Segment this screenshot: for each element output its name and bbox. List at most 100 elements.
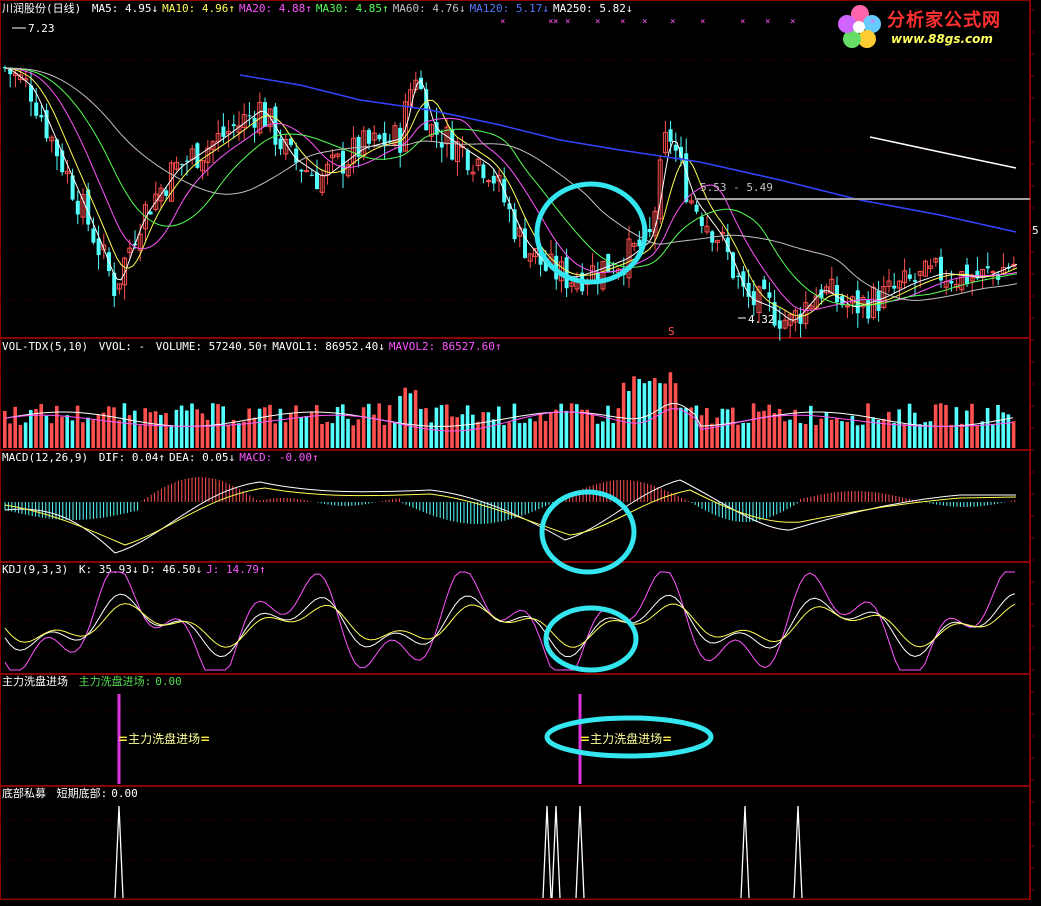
candle-body	[96, 238, 101, 256]
candle-body	[949, 280, 954, 284]
volume-bar	[689, 407, 693, 448]
volume-bar	[471, 414, 475, 448]
candle-body	[247, 115, 252, 117]
volume-bar	[49, 423, 54, 448]
ma-cross-marker: ×	[595, 17, 600, 27]
volume-bar	[221, 406, 225, 448]
volume-bar	[616, 408, 621, 448]
volume-bar	[954, 407, 959, 448]
candle-body	[844, 305, 850, 308]
volume-bar	[491, 419, 496, 448]
volume-bar	[855, 425, 860, 448]
candle-body	[75, 200, 80, 215]
ma-cross-marker: ×	[790, 17, 795, 27]
panel-frame	[0, 562, 1030, 674]
candle-body	[523, 228, 527, 258]
low-price-label: 4.32	[748, 313, 775, 326]
candle-body	[164, 190, 169, 196]
volume-bar	[684, 408, 688, 448]
sell-marker: S	[668, 325, 675, 338]
volume-bar	[231, 419, 236, 448]
candle-body	[179, 163, 184, 165]
volume-bar	[731, 407, 735, 448]
volume-bar	[226, 424, 231, 448]
candle-body	[767, 292, 772, 298]
ma-cross-marker: ×	[765, 17, 770, 27]
panel-frame	[0, 0, 1030, 338]
volume-bar	[455, 417, 459, 448]
volume-bar	[320, 423, 324, 448]
candle-body	[892, 285, 897, 289]
candle-body	[44, 110, 49, 139]
ma60-line	[4, 67, 1018, 301]
candle-body	[465, 150, 470, 171]
volume-bar	[580, 409, 584, 448]
volume-bar	[928, 421, 933, 448]
panel-frame	[0, 786, 1030, 900]
high-price-label: 7.23	[28, 22, 55, 35]
candle-body	[309, 174, 314, 176]
volume-bar	[949, 424, 953, 448]
candle-body	[34, 102, 39, 116]
ma-cross-marker: ×	[700, 17, 705, 27]
ma250-line	[869, 136, 1017, 169]
volume-bar	[143, 408, 147, 448]
volume-bar	[3, 411, 7, 448]
volume-bar	[1001, 412, 1005, 448]
candle-body	[694, 204, 699, 212]
volume-bar	[325, 422, 329, 448]
volume-bar	[741, 422, 745, 448]
wash-signal-1: =主力洗盘进场=	[118, 732, 211, 746]
volume-bar	[13, 406, 17, 448]
volume-bar	[268, 404, 272, 448]
volume-bar	[720, 408, 725, 448]
volume-bar	[975, 425, 979, 448]
volume-bar	[465, 405, 470, 448]
ma-cross-marker: ×	[565, 17, 570, 27]
volume-bar	[663, 383, 667, 448]
volume-bar	[408, 393, 413, 448]
candle-body	[315, 172, 319, 190]
candle-body	[990, 271, 996, 274]
volume-bar	[65, 415, 69, 448]
volume-bar	[829, 419, 834, 448]
volume-bar	[569, 403, 574, 448]
volume-bar	[876, 419, 881, 448]
volume-bar	[361, 407, 366, 448]
volume-bar	[507, 422, 511, 448]
wash-signal-2: =主力洗盘进场=	[580, 732, 673, 746]
volume-bar	[356, 419, 361, 448]
volume-bar	[294, 405, 298, 448]
candle-body	[304, 170, 310, 173]
volume-bar	[559, 403, 563, 448]
volume-bar	[283, 422, 288, 448]
volume-bar	[330, 423, 335, 448]
volume-bar	[621, 382, 626, 448]
volume-bar	[892, 422, 896, 448]
candle-body	[985, 266, 990, 269]
candle-body	[835, 285, 839, 303]
volume-bar	[642, 383, 647, 448]
volume-bar	[117, 420, 121, 448]
ma-cross-marker: ×	[553, 17, 558, 27]
volume-bar	[725, 409, 730, 448]
candle-body	[907, 274, 912, 279]
volume-bar	[195, 409, 199, 448]
volume-bar	[959, 423, 964, 448]
volume-bar	[762, 410, 766, 448]
volume-bar	[517, 423, 522, 448]
volume-bar	[861, 424, 865, 448]
dif-line	[4, 479, 1016, 554]
volume-bar	[632, 376, 636, 448]
volume-bar	[413, 390, 418, 448]
volume-bar	[169, 425, 173, 448]
candle-body	[481, 164, 486, 179]
volume-bar	[148, 412, 153, 448]
volume-bar	[393, 422, 397, 448]
candle-body	[367, 129, 371, 144]
volume-bar	[814, 424, 818, 448]
volume-bar	[913, 412, 917, 448]
volume-bar	[585, 409, 589, 448]
volume-bar	[341, 404, 345, 448]
volume-bar	[8, 423, 12, 448]
